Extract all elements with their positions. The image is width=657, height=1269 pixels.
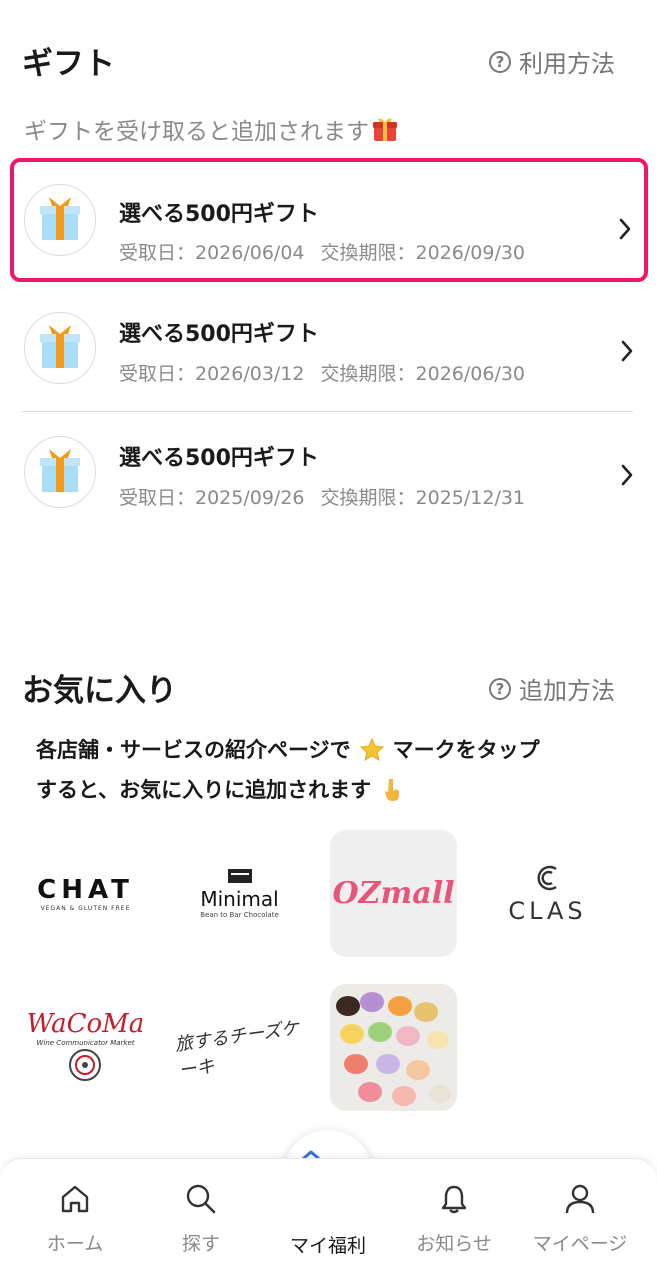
- minimal-mark-icon: [227, 869, 252, 883]
- clas-logo-text: CLAS: [508, 896, 587, 925]
- ozmall-logo-text: OZmall: [332, 876, 455, 911]
- favorite-chat-logo[interactable]: CHAT VEGAN & GLUTEN FREE: [22, 830, 149, 957]
- favorites-desc-line1a: 各店舗・サービスの紹介ページで: [36, 738, 351, 762]
- gift-list-item[interactable]: 選べる500円ギフト 受取日：2026/03/12 交換期限：2026/06/30: [10, 288, 648, 412]
- nav-home[interactable]: ホーム: [25, 1159, 125, 1269]
- bell-icon: [441, 1185, 467, 1214]
- gift-subtitle: ギフトを受け取ると追加されます: [24, 112, 399, 146]
- gift-list-item[interactable]: 選べる500円ギフト 受取日：2025/09/26 交換期限：2025/12/31: [10, 412, 648, 536]
- gift-box-icon: [24, 436, 96, 508]
- favorite-macaron-photo[interactable]: [330, 984, 457, 1111]
- clas-mark-icon: [536, 865, 557, 890]
- bottom-navigation: ホーム 探す マイ福利 お知らせ マイページ: [0, 1158, 657, 1269]
- nav-mypage[interactable]: マイページ: [530, 1159, 630, 1269]
- nav-mypage-label: マイページ: [532, 1233, 628, 1255]
- pointing-down-icon: [385, 779, 400, 801]
- favorites-description: 各店舗・サービスの紹介ページで マークをタップ すると、お気に入りに追加されます: [36, 730, 636, 810]
- chat-logo-sub: VEGAN & GLUTEN FREE: [40, 905, 131, 912]
- nav-search-label: 探す: [181, 1233, 220, 1255]
- chat-logo-text: CHAT: [37, 875, 134, 905]
- gift-box-icon: [24, 184, 96, 256]
- gift-subtitle-text: ギフトを受け取ると追加されます: [24, 119, 369, 145]
- gift-help-label: 利用方法: [519, 50, 615, 78]
- wacoma-flower-icon: [69, 1048, 102, 1081]
- gift-expiry-date: 交換期限：2025/12/31: [320, 487, 526, 509]
- gift-received-date: 受取日：2026/03/12: [119, 363, 305, 385]
- search-icon: [186, 1184, 216, 1214]
- gift-name: 選べる500円ギフト: [119, 322, 319, 347]
- gift-received-date: 受取日：2025/09/26: [119, 487, 305, 509]
- favorites-help-link[interactable]: ? 追加方法: [489, 671, 615, 706]
- home-icon: [61, 1185, 89, 1213]
- favorite-ozmall-logo[interactable]: OZmall: [330, 830, 457, 957]
- favorites-desc-line1b: マークをタップ: [392, 738, 540, 762]
- gift-list-item[interactable]: 選べる500円ギフト 受取日：2026/06/04 交換期限：2026/09/30: [10, 158, 648, 282]
- wacoma-logo-sub: Wine Communicator Market: [36, 1038, 135, 1047]
- cheesecake-logo-text: 旅するチーズケーキ: [173, 1017, 301, 1082]
- gift-box-icon: [24, 312, 96, 384]
- gift-dates: 受取日：2025/09/26 交換期限：2025/12/31: [119, 483, 525, 510]
- gift-help-link[interactable]: ? 利用方法: [489, 44, 615, 79]
- gift-dates: 受取日：2026/03/12 交換期限：2026/06/30: [119, 359, 525, 386]
- favorite-minimal-logo[interactable]: Minimal Bean to Bar Chocolate: [176, 830, 303, 957]
- nav-my-welfare-label: マイ福利: [289, 1235, 366, 1257]
- gift-expiry-date: 交換期限：2026/09/30: [320, 242, 526, 264]
- gift-emoji-icon: [373, 118, 397, 141]
- chevron-right-icon: [621, 340, 633, 362]
- favorite-cheesecake-logo[interactable]: 旅するチーズケーキ: [173, 984, 303, 1111]
- gift-dates: 受取日：2026/06/04 交換期限：2026/09/30: [119, 238, 525, 265]
- nav-notifications[interactable]: お知らせ: [404, 1159, 504, 1269]
- question-icon: ?: [489, 50, 511, 73]
- person-icon: [565, 1184, 595, 1214]
- gift-section-title: ギフト: [22, 46, 115, 82]
- chevron-right-icon: [619, 218, 631, 240]
- gift-expiry-date: 交換期限：2026/06/30: [320, 363, 526, 385]
- favorites-section-title: お気に入り: [22, 673, 177, 709]
- nav-my-welfare[interactable]: マイ福利: [278, 1159, 378, 1269]
- gift-name: 選べる500円ギフト: [119, 446, 319, 471]
- minimal-logo-text: Minimal: [200, 887, 279, 911]
- favorites-help-label: 追加方法: [519, 677, 615, 705]
- favorite-wacoma-logo[interactable]: WaCoMa Wine Communicator Market: [22, 984, 149, 1111]
- nav-search[interactable]: 探す: [151, 1159, 251, 1269]
- favorites-desc-line2: すると、お気に入りに追加されます: [36, 778, 372, 802]
- gift-received-date: 受取日：2026/06/04: [119, 242, 305, 264]
- minimal-logo-sub: Bean to Bar Chocolate: [200, 911, 279, 919]
- question-icon: ?: [489, 677, 511, 700]
- star-icon: [359, 737, 384, 762]
- wacoma-logo-text: WaCoMa: [26, 1008, 145, 1039]
- nav-home-label: ホーム: [46, 1233, 104, 1255]
- macaron-image: [330, 984, 457, 1111]
- favorite-clas-logo[interactable]: CLAS: [484, 830, 611, 957]
- chevron-right-icon: [621, 464, 633, 486]
- gift-name: 選べる500円ギフト: [119, 202, 319, 227]
- nav-notifications-label: お知らせ: [416, 1233, 492, 1255]
